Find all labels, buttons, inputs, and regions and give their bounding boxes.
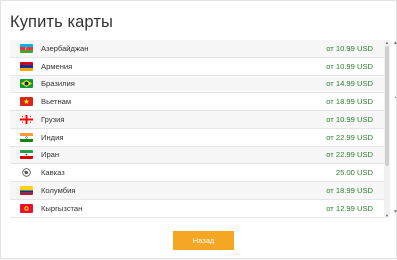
list-item[interactable]: Армения от 10.99 USD [10, 58, 384, 76]
country-price: от 10.99 USD [326, 43, 373, 53]
azerbaijan-flag-icon [20, 43, 33, 53]
colombia-flag-icon [20, 185, 33, 195]
country-name: Колумбия [41, 185, 76, 195]
country-list[interactable]: Азербайджан от 10.99 USD Армения от 10.9… [10, 40, 390, 218]
list-item[interactable]: Азербайджан от 10.99 USD [10, 40, 384, 58]
vietnam-flag-icon [20, 97, 33, 107]
list-item[interactable]: Иран от 22.99 USD [10, 146, 384, 165]
country-price: от 22.99 USD [326, 150, 373, 160]
list-item[interactable]: Грузия от 10.99 USD [10, 111, 384, 129]
page-scrollbar[interactable]: ▲ ▪ ▼ [393, 1, 397, 260]
globe-icon [20, 168, 33, 177]
list-scrollbar[interactable]: ▲ ▼ [384, 40, 390, 218]
page-title: Купить карты [10, 13, 113, 31]
country-price: от 22.99 USD [326, 132, 373, 142]
india-flag-icon [20, 132, 33, 142]
georgia-flag-icon [20, 114, 33, 124]
kyrgyzstan-flag-icon [20, 203, 33, 213]
list-item[interactable]: Вьетнам от 18.99 USD [10, 93, 384, 111]
country-name: Иран [41, 150, 60, 160]
country-name: Грузия [41, 114, 65, 124]
country-price: от 10.99 USD [326, 61, 373, 71]
scroll-up-arrow-icon[interactable]: ▲ [393, 41, 397, 46]
back-button[interactable]: Назад [173, 231, 234, 250]
armenia-flag-icon [20, 61, 33, 71]
iran-flag-icon [20, 150, 33, 160]
country-price: от 18.99 USD [326, 97, 373, 107]
list-item[interactable]: Колумбия от 18.99 USD [10, 182, 384, 200]
list-item[interactable]: Кыргызстан от 12.99 USD [10, 200, 384, 218]
scroll-up-arrow-icon[interactable]: ▲ [384, 40, 390, 45]
scroll-down-arrow-icon[interactable]: ▼ [393, 210, 397, 215]
brazil-flag-icon [20, 79, 33, 89]
country-name: Вьетнам [41, 97, 72, 107]
list-item[interactable]: Бразилия от 14.99 USD [10, 75, 384, 94]
country-name: Кыргызстан [41, 203, 83, 213]
country-price: 25.00 USD [335, 168, 373, 178]
country-price: от 12.99 USD [326, 203, 373, 213]
scroll-handle-icon[interactable]: ▪ [393, 96, 397, 101]
country-name: Армения [41, 61, 73, 71]
country-name: Кавказ [41, 168, 65, 178]
scroll-thumb[interactable] [385, 46, 389, 166]
country-name: Бразилия [41, 79, 75, 89]
buy-cards-dialog: Купить карты Азербайджан от 10.99 USD Ар… [0, 0, 397, 259]
country-name: Индия [41, 132, 64, 142]
country-price: от 14.99 USD [326, 79, 373, 89]
list-item[interactable]: Индия от 22.99 USD [10, 129, 384, 147]
country-price: от 10.99 USD [326, 114, 373, 124]
list-item[interactable]: Кавказ 25.00 USD [10, 164, 384, 182]
country-price: от 18.99 USD [326, 185, 373, 195]
scroll-down-arrow-icon[interactable]: ▼ [384, 213, 390, 218]
country-name: Азербайджан [41, 43, 89, 53]
